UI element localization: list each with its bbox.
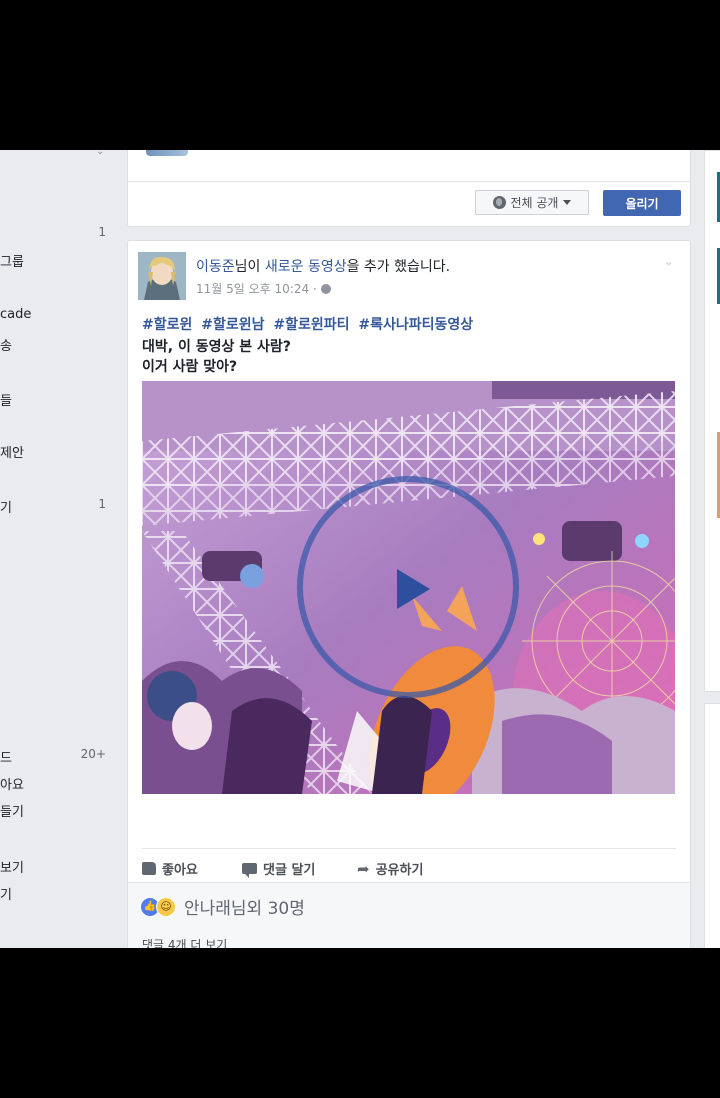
author-link[interactable]: 이동준 (196, 259, 235, 275)
sidebar-item[interactable]: 드 20+ (0, 747, 120, 766)
hashtag-link[interactable]: #할로윈파티 (273, 317, 349, 333)
post-button[interactable]: 올리기 (603, 190, 681, 216)
chevron-down-icon[interactable]: ⌄ (96, 150, 104, 157)
haha-reaction-icon: ☺ (156, 896, 176, 917)
sidebar-item-count: 20+ (80, 747, 106, 761)
post-headline: 이동준님이 새로운 동영상을 추가 했습니다. (196, 256, 450, 276)
right-rail-card (704, 703, 720, 948)
right-rail-card (704, 150, 720, 692)
composer-avatar (146, 150, 188, 156)
sidebar-item[interactable]: 제안 (0, 442, 120, 461)
hashtag-link[interactable]: #할로윈남 (201, 317, 264, 333)
sidebar-item-label: 드 (0, 751, 12, 766)
feed-post: ⌄ 이동준님이 새로운 동영상을 추가 했습니다. 11월 5일 오후 10:2… (127, 240, 691, 948)
sidebar-item[interactable]: 기 (0, 884, 120, 903)
comment-button[interactable]: 댓글 달기 (242, 859, 315, 878)
view-more-comments-link[interactable]: 댓글 4개 더 보기 (142, 936, 227, 948)
sidebar-item[interactable]: cade (0, 307, 120, 322)
like-button[interactable]: 좋아요 (142, 859, 198, 878)
headline-mid: 님이 (234, 259, 265, 275)
thumbs-up-icon (142, 862, 156, 875)
headline-end: 을 추가 했습니다. (346, 259, 451, 275)
like-label: 좋아요 (162, 863, 198, 878)
sidebar-item[interactable]: 보기 (0, 857, 120, 876)
post-text-line: 대박, 이 동영상 본 사람? (142, 339, 291, 355)
sidebar-item[interactable]: 아요 (0, 774, 120, 793)
privacy-selector-button[interactable]: 전체 공개 (475, 190, 589, 215)
divider (128, 181, 690, 182)
sidebar-item[interactable]: 들 (0, 390, 120, 409)
sidebar-item-count: 1 (98, 497, 106, 511)
share-label: 공유하기 (375, 863, 424, 878)
sidebar-item-label: 기 (0, 888, 12, 903)
video-player[interactable] (142, 381, 675, 794)
post-options-chevron-icon[interactable]: ⌄ (664, 255, 673, 268)
hashtag-link[interactable]: #록사나파티동영상 (358, 317, 473, 333)
sidebar-item-label: 들기 (0, 805, 24, 820)
sidebar-item[interactable]: 그룹 (0, 251, 120, 270)
privacy-label: 전체 공개 (510, 196, 559, 210)
post-action-bar: 좋아요 댓글 달기 ➦ 공유하기 (142, 848, 676, 883)
post-footer: 👍 ☺ 안나래님외 30명 댓글 4개 더 보기 (128, 882, 690, 948)
comment-icon (242, 863, 257, 878)
left-sidebar: ⌄ 1 그룹 cade 송 들 제안 기 1 드 20+ 아요 들기 보기 기 (0, 150, 120, 948)
post-composer: 전체 공개 올리기 (127, 150, 691, 227)
reaction-count-text: 안나래님외 30명 (184, 899, 305, 919)
sidebar-item[interactable]: 들기 (0, 801, 120, 820)
sidebar-item-label: cade (0, 307, 32, 322)
post-button-label: 올리기 (625, 196, 659, 211)
sidebar-item-label: 아요 (0, 778, 24, 793)
hashtag-link[interactable]: #할로윈 (142, 317, 192, 333)
caret-down-icon (563, 200, 572, 205)
sidebar-item-count: 1 (98, 225, 106, 239)
post-meta: 11월 5일 오후 10:24 · (196, 280, 331, 297)
globe-icon (320, 283, 331, 294)
reaction-summary[interactable]: 👍 ☺ 안나래님외 30명 (140, 894, 305, 919)
share-arrow-icon: ➦ (357, 859, 370, 878)
avatar[interactable] (138, 252, 186, 300)
sidebar-item[interactable]: 송 (0, 335, 120, 354)
globe-icon (492, 196, 506, 209)
hashtag-list: #할로윈 #할로윈남 #할로윈파티 #록사나파티동영상 (142, 314, 477, 334)
sidebar-item-label: 보기 (0, 861, 24, 876)
sidebar-item-label: 송 (0, 339, 12, 354)
share-button[interactable]: ➦ 공유하기 (357, 859, 424, 879)
post-timestamp[interactable]: 11월 5일 오후 10:24 · (196, 280, 317, 297)
play-icon[interactable] (397, 569, 430, 609)
sidebar-item[interactable]: 기 1 (0, 497, 120, 516)
sidebar-item-label: 들 (0, 394, 12, 409)
sidebar-item-label: 그룹 (0, 255, 24, 270)
comment-label: 댓글 달기 (263, 863, 316, 878)
post-text-line: 이거 사람 맞아? (142, 359, 238, 375)
right-rail (704, 150, 720, 948)
browser-viewport: ⌄ 1 그룹 cade 송 들 제안 기 1 드 20+ 아요 들기 보기 기 … (0, 150, 720, 948)
new-video-link[interactable]: 새로운 동영상 (265, 259, 347, 275)
sidebar-item-label: 기 (0, 501, 12, 516)
sidebar-item-label: 제안 (0, 446, 24, 461)
